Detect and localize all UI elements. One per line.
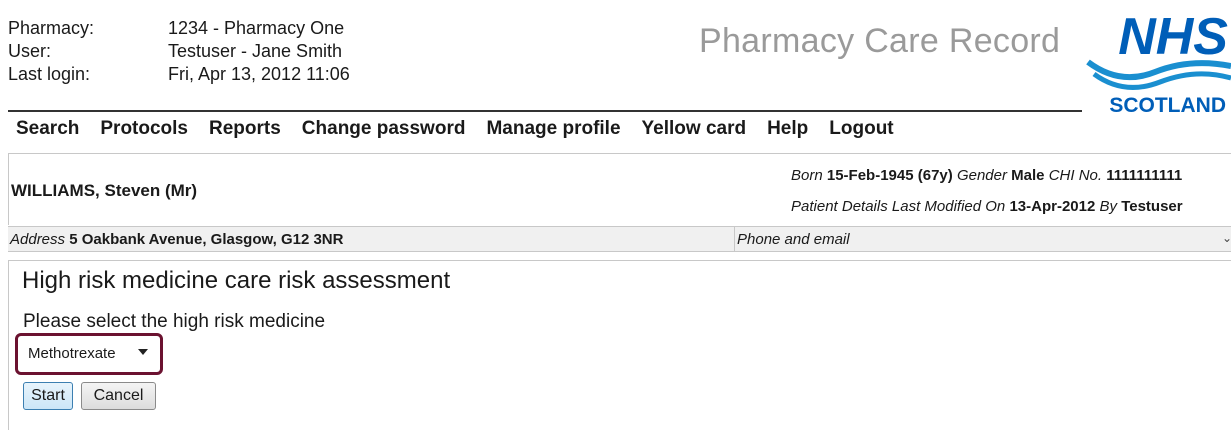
- menu-protocols[interactable]: Protocols: [100, 118, 188, 140]
- menu-yellow-card[interactable]: Yellow card: [642, 118, 747, 140]
- by-value: Testuser: [1121, 198, 1183, 215]
- chi-label: CHI No.: [1048, 167, 1103, 184]
- patient-modified-info: Patient Details Last Modified On 13-Apr-…: [791, 198, 1183, 215]
- modified-label: Patient Details Last Modified On: [791, 198, 1006, 215]
- last-login-label: Last login:: [8, 64, 91, 84]
- user-row: User: Testuser - Jane Smith: [8, 40, 350, 63]
- menu-search[interactable]: Search: [16, 118, 79, 140]
- address-label: Address: [10, 231, 66, 248]
- patient-address: Address 5 Oakbank Avenue, Glasgow, G12 3…: [10, 231, 343, 248]
- pharmacy-label: Pharmacy:: [8, 18, 95, 38]
- main-menu: Search Protocols Reports Change password…: [16, 118, 915, 140]
- patient-age: (67y): [917, 167, 953, 184]
- phone-email-toggle[interactable]: Phone and email: [737, 231, 850, 248]
- medicine-select-value: Methotrexate: [28, 344, 116, 362]
- address-divider: [734, 227, 735, 251]
- menu-reports[interactable]: Reports: [209, 118, 281, 140]
- last-login-value: Fri, Apr 13, 2012 11:06: [168, 64, 350, 84]
- born-label: Born: [791, 167, 823, 184]
- menu-help[interactable]: Help: [767, 118, 808, 140]
- patient-demographics: Born 15-Feb-1945 (67y) Gender Male CHI N…: [791, 167, 1182, 184]
- cancel-button[interactable]: Cancel: [81, 382, 156, 410]
- logo-nhs-text: NHS: [1118, 10, 1228, 66]
- gender-label: Gender: [956, 167, 1007, 184]
- menu-change-password[interactable]: Change password: [302, 118, 466, 140]
- session-info: Pharmacy: 1234 - Pharmacy One User: Test…: [8, 17, 350, 86]
- user-value: Testuser - Jane Smith: [168, 41, 343, 61]
- chevron-down-icon[interactable]: ⌄: [1222, 231, 1231, 245]
- born-value: 15-Feb-1945: [826, 167, 914, 184]
- logo-scotland-text: SCOTLAND: [1109, 94, 1226, 116]
- address-bar: Address 5 Oakbank Avenue, Glasgow, G12 3…: [8, 226, 1231, 252]
- gender-value: Male: [1011, 167, 1045, 184]
- patient-name: WILLIAMS, Steven (Mr): [11, 181, 198, 200]
- pharmacy-value: 1234 - Pharmacy One: [168, 18, 345, 38]
- menu-logout[interactable]: Logout: [829, 118, 893, 140]
- header-divider: [8, 110, 1082, 112]
- last-login-row: Last login: Fri, Apr 13, 2012 11:06: [8, 63, 350, 86]
- page-title: High risk medicine care risk assessment: [22, 267, 451, 294]
- dropdown-arrow-icon: [138, 349, 148, 355]
- patient-banner: WILLIAMS, Steven (Mr) Born 15-Feb-1945 (…: [8, 153, 1231, 225]
- start-button[interactable]: Start: [23, 382, 73, 410]
- medicine-select[interactable]: Methotrexate: [22, 341, 156, 365]
- chi-value: 1111111111: [1106, 167, 1183, 184]
- nhs-scotland-logo: NHS SCOTLAND: [1086, 10, 1231, 116]
- pharmacy-row: Pharmacy: 1234 - Pharmacy One: [8, 17, 350, 40]
- by-label: By: [1099, 198, 1118, 215]
- modified-value: 13-Apr-2012: [1009, 198, 1096, 215]
- assessment-panel: High risk medicine care risk assessment …: [8, 260, 1231, 430]
- menu-manage-profile[interactable]: Manage profile: [486, 118, 620, 140]
- app-title: Pharmacy Care Record: [699, 22, 1061, 60]
- user-label: User:: [8, 41, 52, 61]
- medicine-prompt: Please select the high risk medicine: [23, 311, 326, 332]
- address-value: 5 Oakbank Avenue, Glasgow, G12 3NR: [69, 231, 344, 248]
